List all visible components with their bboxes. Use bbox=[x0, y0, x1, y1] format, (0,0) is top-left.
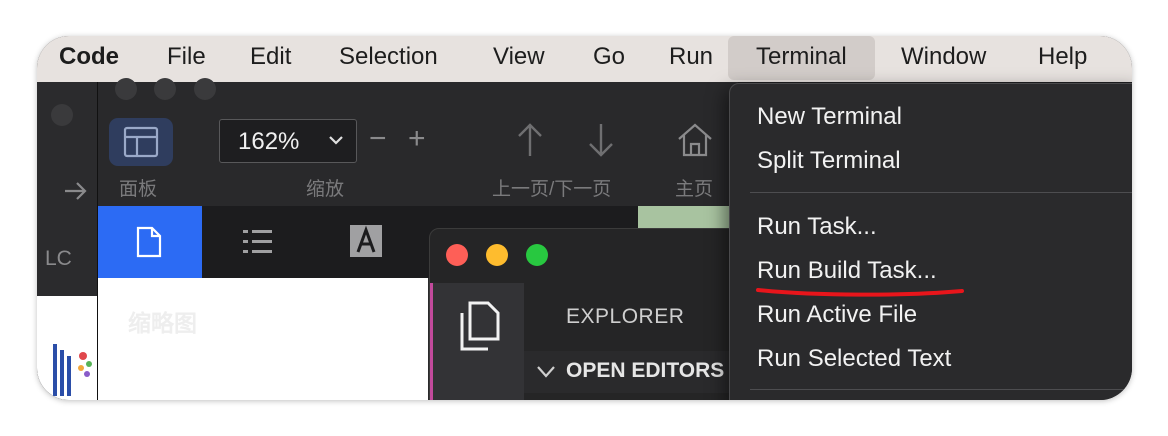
tab-thumbnails[interactable] bbox=[98, 206, 202, 278]
prev-page-arrow-icon[interactable] bbox=[515, 122, 545, 158]
menu-terminal[interactable]: Terminal bbox=[728, 36, 875, 80]
background-window-left: LC bbox=[37, 82, 97, 400]
menu-go[interactable]: Go bbox=[593, 36, 625, 82]
vscode-close-button[interactable] bbox=[446, 244, 468, 266]
left-white-area bbox=[37, 296, 97, 400]
page-icon bbox=[136, 226, 162, 258]
menu-edit[interactable]: Edit bbox=[250, 36, 291, 82]
activity-bar bbox=[430, 283, 524, 400]
menu-help[interactable]: Help bbox=[1038, 36, 1087, 82]
screenshot-frame: Code File Edit Selection View Go Run Ter… bbox=[37, 36, 1132, 400]
menu-window[interactable]: Window bbox=[901, 36, 986, 82]
home-icon[interactable] bbox=[676, 122, 714, 158]
thumbnail-pane: 缩略图 bbox=[98, 278, 428, 400]
tab-outline-list-icon[interactable] bbox=[242, 228, 274, 256]
menu-app-name[interactable]: Code bbox=[59, 36, 119, 82]
pdf-minimize-button[interactable] bbox=[154, 78, 176, 100]
menu-item-run-selected-text[interactable]: Run Selected Text bbox=[757, 345, 951, 373]
menu-item-run-task[interactable]: Run Task... bbox=[757, 213, 877, 241]
menu-item-split-terminal[interactable]: Split Terminal bbox=[757, 147, 901, 175]
activity-indicator bbox=[430, 283, 433, 400]
zoom-select[interactable]: 162% bbox=[219, 119, 357, 163]
page-nav-label: 上一页/下一页 bbox=[492, 179, 612, 200]
menu-view[interactable]: View bbox=[493, 36, 545, 82]
menu-selection[interactable]: Selection bbox=[339, 36, 438, 82]
zoom-label: 缩放 bbox=[306, 179, 345, 200]
home-label: 主页 bbox=[675, 179, 714, 200]
zoom-out-button[interactable]: − bbox=[369, 122, 387, 156]
tab-annotations-icon[interactable] bbox=[349, 224, 383, 258]
open-editors-section[interactable]: OPEN EDITORS bbox=[524, 351, 750, 393]
menu-file[interactable]: File bbox=[167, 36, 206, 82]
panel-button[interactable] bbox=[109, 118, 173, 166]
forward-arrow-icon[interactable] bbox=[63, 178, 89, 204]
menu-item-run-build-task[interactable]: Run Build Task... bbox=[757, 257, 937, 285]
menu-run[interactable]: Run bbox=[669, 36, 713, 82]
vscode-window: EXPLORER OPEN EDITORS bbox=[429, 228, 751, 400]
menu-bar: Code File Edit Selection View Go Run Ter… bbox=[37, 36, 1132, 82]
zoom-in-button[interactable]: + bbox=[408, 122, 426, 156]
menu-separator bbox=[750, 389, 1132, 390]
explorer-files-icon[interactable] bbox=[456, 301, 500, 351]
chevron-down-icon bbox=[329, 136, 343, 145]
open-editors-label: OPEN EDITORS bbox=[566, 359, 725, 382]
explorer-title: EXPLORER bbox=[566, 305, 685, 328]
menu-separator bbox=[750, 192, 1132, 193]
menu-item-new-terminal[interactable]: New Terminal bbox=[757, 103, 902, 131]
thumbnail-pane-title: 缩略图 bbox=[128, 310, 197, 336]
partial-window-text: LC bbox=[45, 247, 72, 270]
panel-label: 面板 bbox=[119, 179, 158, 200]
pdf-close-button[interactable] bbox=[115, 78, 137, 100]
vscode-minimize-button[interactable] bbox=[486, 244, 508, 266]
window-close-dim-button[interactable] bbox=[51, 104, 73, 126]
vscode-zoom-button[interactable] bbox=[526, 244, 548, 266]
chevron-down-icon bbox=[537, 366, 555, 378]
red-underline-annotation bbox=[756, 288, 964, 297]
pdf-zoom-button[interactable] bbox=[194, 78, 216, 100]
next-page-arrow-icon[interactable] bbox=[586, 122, 616, 158]
zoom-value: 162% bbox=[238, 128, 300, 155]
app-logo-icon bbox=[53, 344, 92, 396]
sidebar-layout-icon bbox=[123, 126, 159, 158]
terminal-dropdown-menu: New Terminal Split Terminal Run Task... … bbox=[729, 83, 1132, 400]
menu-item-run-active-file[interactable]: Run Active File bbox=[757, 301, 917, 329]
